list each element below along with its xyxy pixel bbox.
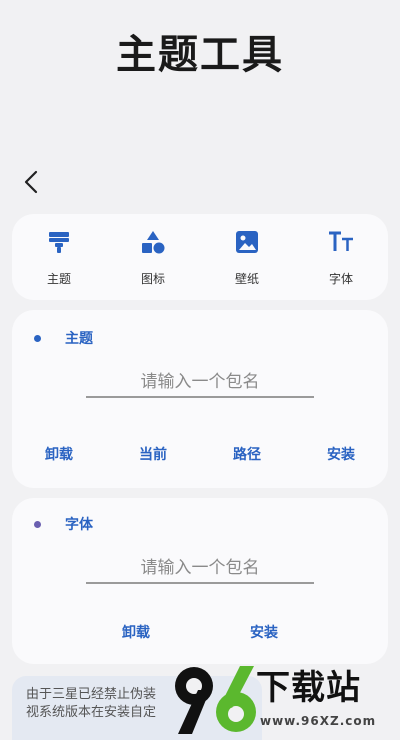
install-button[interactable]: 安装 [294,444,388,464]
tab-label: 壁纸 [234,272,259,286]
tab-label: 字体 [328,272,353,286]
theme-package-input[interactable] [86,368,314,398]
theme-actions: 卸载 当前 路径 安装 [12,444,388,464]
install-button[interactable]: 安装 [200,622,328,642]
font-icon [327,228,355,256]
tab-wallpaper[interactable]: 壁纸 [200,214,294,300]
image-icon [233,228,261,256]
tab-theme[interactable]: 主题 [12,214,106,300]
tab-font[interactable]: 字体 [294,214,388,300]
bullet-dot [34,334,41,342]
page-title: 主题工具 [116,32,284,78]
font-actions: 卸载 安装 [72,622,328,642]
path-button[interactable]: 路径 [200,444,294,464]
back-button[interactable] [18,168,44,196]
theme-section: 主题 卸载 当前 路径 安装 [12,310,388,488]
shapes-icon [139,228,167,256]
tab-icons[interactable]: 图标 [106,214,200,300]
watermark-logo: 下载站 www.96XZ.com [170,656,400,740]
tab-label: 图标 [140,272,165,286]
watermark-url: www.96XZ.com [260,714,377,728]
section-header: 字体 [34,514,93,534]
category-tabs: 主题 图标 壁纸 字体 [12,214,388,300]
font-package-input[interactable] [86,554,314,584]
section-title: 字体 [65,517,93,533]
logo-96-icon [175,666,256,734]
watermark-text: 下载站 [256,668,361,708]
uninstall-button[interactable]: 卸载 [72,622,200,642]
chevron-left-icon [24,170,38,194]
section-header: 主题 [34,328,93,348]
tab-label: 主题 [46,272,71,286]
current-button[interactable]: 当前 [106,444,200,464]
section-title: 主题 [65,331,93,347]
font-section: 字体 卸载 安装 [12,498,388,664]
bullet-dot [34,520,41,528]
uninstall-button[interactable]: 卸载 [12,444,106,464]
brush-icon [45,228,73,256]
